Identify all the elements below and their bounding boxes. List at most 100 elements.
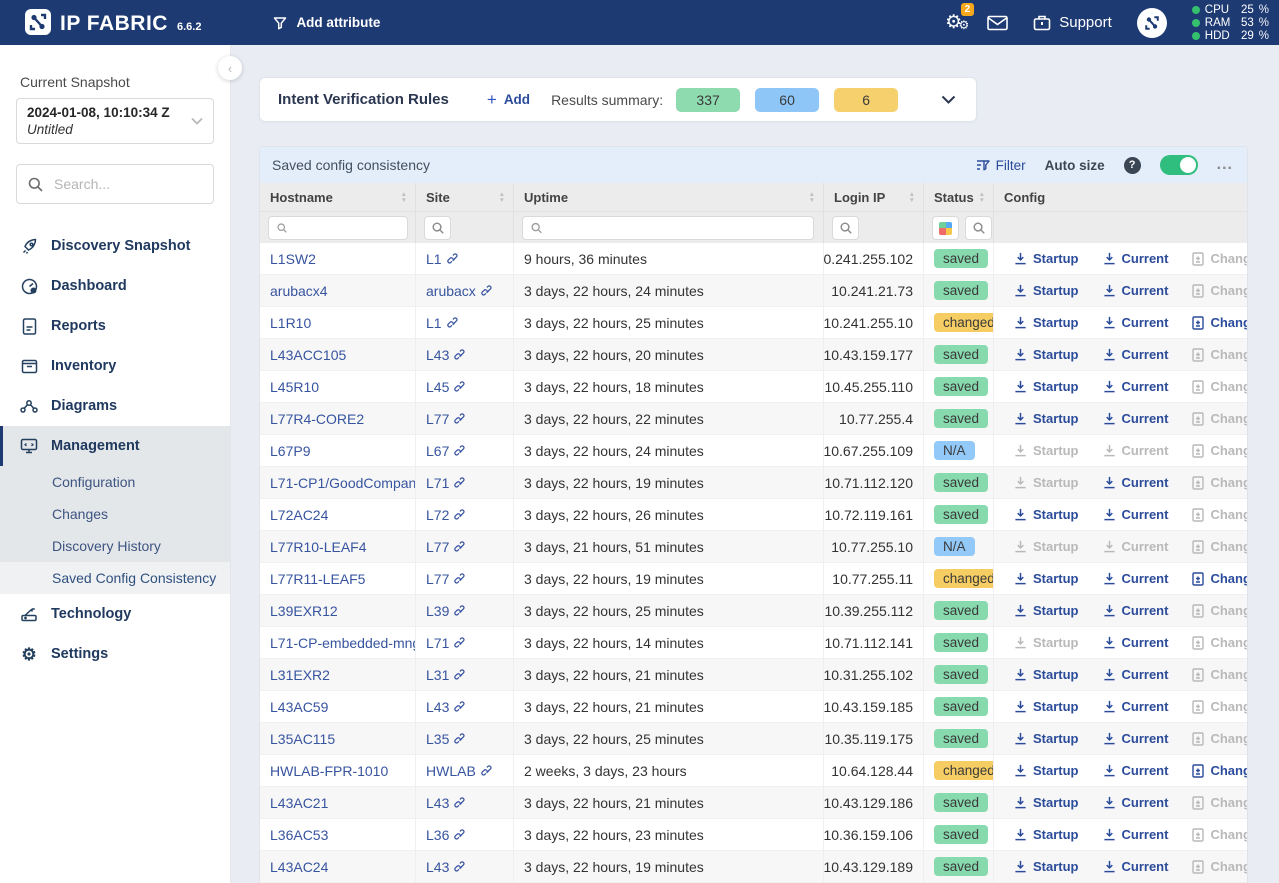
snapshot-select[interactable]: 2024-01-08, 10:10:34 Z Untitled	[16, 98, 214, 144]
sidebar-item-saved-config-consistency[interactable]: Saved Config Consistency	[0, 562, 230, 594]
sidebar-item-management[interactable]: Management	[0, 426, 230, 466]
changes-config-button[interactable]: Changes	[1192, 731, 1247, 746]
filter-button[interactable]: Filter	[976, 158, 1026, 173]
startup-config-button[interactable]: Startup	[1014, 763, 1079, 778]
uptime-filter-input[interactable]	[548, 220, 805, 237]
site-link[interactable]: L77	[426, 571, 449, 587]
hostname-filter-input[interactable]	[293, 220, 399, 237]
column-header-uptime[interactable]: Uptime ▲▼	[514, 183, 824, 211]
startup-config-button[interactable]: Startup	[1014, 379, 1079, 394]
sidebar-item-discovery-snapshot[interactable]: Discovery Snapshot	[0, 226, 230, 266]
status-filter-button[interactable]	[965, 216, 992, 240]
current-config-button[interactable]: Current	[1103, 315, 1169, 330]
site-link[interactable]: L31	[426, 667, 449, 683]
site-link[interactable]: L39	[426, 603, 449, 619]
changes-config-button[interactable]: Changes	[1192, 859, 1247, 874]
site-link[interactable]: L72	[426, 507, 449, 523]
site-link[interactable]: L1	[426, 251, 442, 267]
sort-icon[interactable]: ▲▼	[979, 192, 985, 203]
hostname-link[interactable]: L67P9	[270, 443, 310, 459]
hostname-link[interactable]: arubacx4	[270, 283, 328, 299]
hostname-link[interactable]: L77R4-CORE2	[270, 411, 364, 427]
sidebar-item-discovery-history[interactable]: Discovery History	[0, 530, 230, 562]
sidebar-item-reports[interactable]: Reports	[0, 306, 230, 346]
startup-config-button[interactable]: Startup	[1014, 507, 1079, 522]
current-config-button[interactable]: Current	[1103, 731, 1169, 746]
site-link[interactable]: HWLAB	[426, 763, 476, 779]
site-link[interactable]: L43	[426, 859, 449, 875]
current-config-button[interactable]: Current	[1103, 859, 1169, 874]
current-config-button[interactable]: Current	[1103, 379, 1169, 394]
changes-config-button[interactable]: Changes	[1192, 315, 1247, 330]
sidebar-item-changes[interactable]: Changes	[0, 498, 230, 530]
changes-config-button[interactable]: Changes	[1192, 475, 1247, 490]
startup-config-button[interactable]: Startup	[1014, 635, 1079, 650]
hostname-link[interactable]: L39EXR12	[270, 603, 338, 619]
current-config-button[interactable]: Current	[1103, 795, 1169, 810]
changes-config-button[interactable]: Changes	[1192, 507, 1247, 522]
site-link[interactable]: L77	[426, 411, 449, 427]
hostname-link[interactable]: L77R10-LEAF4	[270, 539, 367, 555]
sidebar-search-input[interactable]	[52, 175, 202, 193]
changes-config-button[interactable]: Changes	[1192, 379, 1247, 394]
current-config-button[interactable]: Current	[1103, 443, 1169, 458]
system-settings-button[interactable]: ⚙⚙ 2	[945, 13, 962, 32]
changes-config-button[interactable]: Changes	[1192, 347, 1247, 362]
site-link[interactable]: L1	[426, 315, 442, 331]
site-link[interactable]: L45	[426, 379, 449, 395]
changes-config-button[interactable]: Changes	[1192, 699, 1247, 714]
site-link[interactable]: L71	[426, 475, 449, 491]
hostname-link[interactable]: L31EXR2	[270, 667, 330, 683]
column-header-status[interactable]: Status ▲▼	[924, 183, 994, 211]
changes-config-button[interactable]: Changes	[1192, 603, 1247, 618]
site-link[interactable]: L67	[426, 443, 449, 459]
startup-config-button[interactable]: Startup	[1014, 411, 1079, 426]
sidebar-item-dashboard[interactable]: Dashboard	[0, 266, 230, 306]
changes-config-button[interactable]: Changes	[1192, 571, 1247, 586]
sidebar-search[interactable]	[16, 164, 214, 204]
hostname-link[interactable]: L45R10	[270, 379, 319, 395]
current-config-button[interactable]: Current	[1103, 699, 1169, 714]
sidebar-item-inventory[interactable]: Inventory	[0, 346, 230, 386]
current-config-button[interactable]: Current	[1103, 475, 1169, 490]
add-rule-button[interactable]: + Add	[487, 92, 530, 107]
changes-config-button[interactable]: Changes	[1192, 283, 1247, 298]
site-link[interactable]: L36	[426, 827, 449, 843]
site-link[interactable]: L71	[426, 635, 449, 651]
sidebar-item-configuration[interactable]: Configuration	[0, 466, 230, 498]
startup-config-button[interactable]: Startup	[1014, 443, 1079, 458]
hostname-link[interactable]: L71-CP-embedded-mng	[270, 635, 416, 651]
current-config-button[interactable]: Current	[1103, 411, 1169, 426]
startup-config-button[interactable]: Startup	[1014, 571, 1079, 586]
startup-config-button[interactable]: Startup	[1014, 699, 1079, 714]
startup-config-button[interactable]: Startup	[1014, 475, 1079, 490]
changes-config-button[interactable]: Changes	[1192, 667, 1247, 682]
login-ip-filter-button[interactable]	[832, 216, 859, 240]
hostname-link[interactable]: L43ACC105	[270, 347, 346, 363]
changes-config-button[interactable]: Changes	[1192, 411, 1247, 426]
current-config-button[interactable]: Current	[1103, 667, 1169, 682]
sidebar-item-technology[interactable]: Technology	[0, 594, 230, 634]
current-config-button[interactable]: Current	[1103, 603, 1169, 618]
hostname-link[interactable]: L35AC115	[270, 731, 335, 747]
startup-config-button[interactable]: Startup	[1014, 347, 1079, 362]
site-link[interactable]: L43	[426, 795, 449, 811]
support-button[interactable]: Support	[1033, 14, 1112, 31]
sort-icon[interactable]: ▲▼	[401, 192, 407, 203]
hostname-link[interactable]: L43AC59	[270, 699, 328, 715]
startup-config-button[interactable]: Startup	[1014, 283, 1079, 298]
help-icon[interactable]: ?	[1124, 157, 1141, 174]
startup-config-button[interactable]: Startup	[1014, 539, 1079, 554]
hostname-link[interactable]: L71-CP1/GoodCompany	[270, 475, 416, 491]
startup-config-button[interactable]: Startup	[1014, 667, 1079, 682]
site-filter-button[interactable]	[424, 216, 451, 240]
user-avatar[interactable]	[1137, 8, 1167, 38]
current-config-button[interactable]: Current	[1103, 763, 1169, 778]
startup-config-button[interactable]: Startup	[1014, 827, 1079, 842]
sort-icon[interactable]: ▲▼	[809, 192, 815, 203]
hostname-link[interactable]: L77R11-LEAF5	[270, 571, 365, 587]
current-config-button[interactable]: Current	[1103, 507, 1169, 522]
site-link[interactable]: L43	[426, 699, 449, 715]
hostname-link[interactable]: HWLAB-FPR-1010	[270, 763, 388, 779]
column-header-site[interactable]: Site ▲▼	[416, 183, 514, 211]
